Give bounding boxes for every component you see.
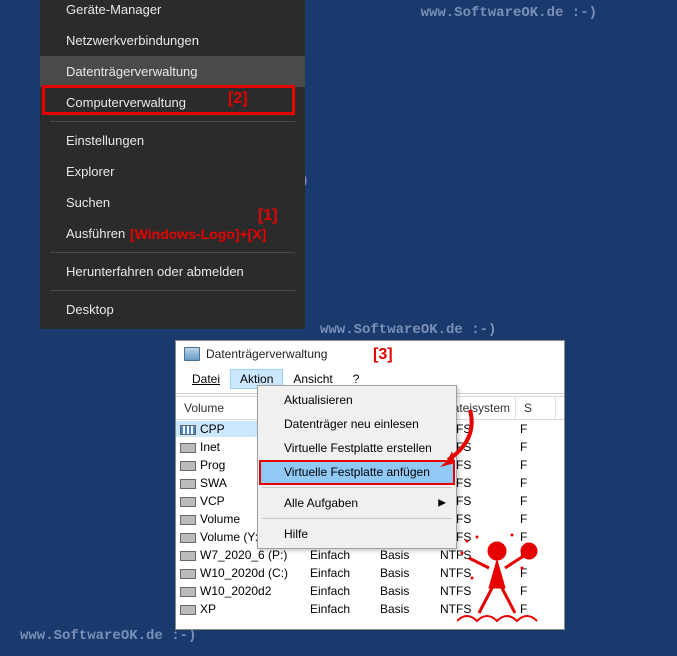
annotation-shortcut-hint: [Windows-Logo]+[X] xyxy=(130,226,266,242)
menu-separator xyxy=(50,290,295,291)
menu-item-refresh[interactable]: Aktualisieren xyxy=(260,388,454,412)
winx-item-network-connections[interactable]: Netzwerkverbindungen xyxy=(40,25,305,56)
disk-icon xyxy=(180,587,196,597)
winx-item-settings[interactable]: Einstellungen xyxy=(40,125,305,156)
col-header-status[interactable]: S xyxy=(516,397,556,419)
disk-icon xyxy=(180,533,196,543)
disk-icon xyxy=(180,461,196,471)
disk-icon xyxy=(180,515,196,525)
winx-item-computer-management[interactable]: Computerverwaltung xyxy=(40,87,305,118)
disk-icon xyxy=(180,425,196,435)
menu-item-all-tasks[interactable]: Alle Aufgaben ▶ xyxy=(260,491,454,515)
chevron-right-icon: ▶ xyxy=(438,498,446,509)
disk-icon xyxy=(180,605,196,615)
window-title: Datenträgerverwaltung xyxy=(206,347,327,361)
window-titlebar: Datenträgerverwaltung xyxy=(176,341,564,367)
menu-file[interactable]: Datei xyxy=(182,369,230,389)
winx-item-explorer[interactable]: Explorer xyxy=(40,156,305,187)
menu-item-create-vhd[interactable]: Virtuelle Festplatte erstellen xyxy=(260,436,454,460)
table-row[interactable]: XPEinfachBasisNTFSF xyxy=(176,600,564,618)
annotation-step-1: [1] xyxy=(258,207,278,225)
menu-item-help[interactable]: Hilfe xyxy=(260,522,454,546)
menu-separator xyxy=(262,518,452,519)
winx-menu: Geräte-Manager Netzwerkverbindungen Date… xyxy=(40,0,305,329)
winx-item-disk-management[interactable]: Datenträgerverwaltung xyxy=(40,56,305,87)
disk-icon xyxy=(180,443,196,453)
table-row[interactable]: W10_2020d (C:)EinfachBasisNTFSF xyxy=(176,564,564,582)
watermark: www.SoftwareOK.de :-) xyxy=(20,628,196,644)
menu-separator xyxy=(262,487,452,488)
menu-item-attach-vhd[interactable]: Virtuelle Festplatte anfügen xyxy=(260,460,454,484)
watermark: www.SoftwareOK.de :-) xyxy=(421,5,597,21)
table-row[interactable]: W10_2020d2EinfachBasisNTFSF xyxy=(176,582,564,600)
watermark: www.SoftwareOK.de :-) xyxy=(320,322,496,338)
winx-item-device-manager[interactable]: Geräte-Manager xyxy=(40,0,305,25)
menu-item-rescan-disks[interactable]: Datenträger neu einlesen xyxy=(260,412,454,436)
annotation-step-2: [2] xyxy=(228,90,248,108)
menu-separator xyxy=(50,121,295,122)
winx-item-shutdown-signout[interactable]: Herunterfahren oder abmelden xyxy=(40,256,305,287)
disk-icon xyxy=(180,569,196,579)
disk-icon xyxy=(180,497,196,507)
winx-item-desktop[interactable]: Desktop xyxy=(40,294,305,325)
disk-icon xyxy=(180,551,196,561)
action-menu-dropdown: Aktualisieren Datenträger neu einlesen V… xyxy=(257,385,457,549)
annotation-step-3: [3] xyxy=(373,346,393,364)
menu-separator xyxy=(50,252,295,253)
disk-management-icon xyxy=(184,347,200,361)
disk-icon xyxy=(180,479,196,489)
